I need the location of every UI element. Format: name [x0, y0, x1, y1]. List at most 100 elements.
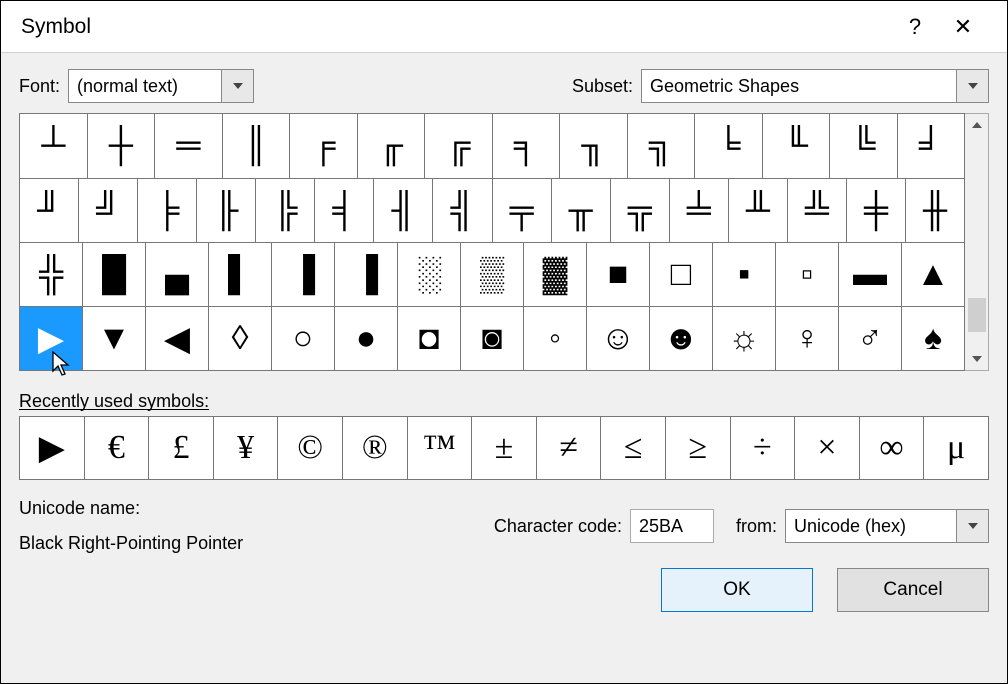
recent-cell[interactable]: ≠ — [537, 417, 602, 479]
symbol-cell[interactable]: ▐ — [335, 243, 398, 306]
symbol-cell[interactable]: ♀ — [776, 307, 839, 370]
recent-cell[interactable]: ™ — [408, 417, 473, 479]
symbol-cell[interactable]: ◊ — [209, 307, 272, 370]
symbol-row: ┴┼═║╒╓╔╕╖╗╘╙╚╛ — [20, 114, 964, 178]
symbol-cell[interactable]: ◦ — [524, 307, 587, 370]
symbol-cell[interactable]: ┴ — [20, 114, 88, 178]
symbol-cell[interactable]: ╩ — [788, 179, 847, 242]
symbol-cell[interactable]: ╞ — [138, 179, 197, 242]
symbol-cell[interactable]: ╟ — [197, 179, 256, 242]
symbol-cell[interactable]: █ — [83, 243, 146, 306]
recent-cell[interactable]: ▶ — [20, 417, 85, 479]
symbol-cell[interactable]: ▐ — [272, 243, 335, 306]
symbol-cell[interactable]: ╝ — [79, 179, 138, 242]
recent-cell[interactable]: ± — [472, 417, 537, 479]
symbol-cell[interactable]: ╥ — [552, 179, 611, 242]
symbol-cell[interactable]: ╬ — [20, 243, 83, 306]
font-dropdown-button[interactable] — [221, 70, 253, 102]
dialog-body: Font: (normal text) Subset: Geometric Sh… — [1, 53, 1007, 683]
symbol-cell[interactable]: ╓ — [358, 114, 426, 178]
symbol-cell[interactable]: ╦ — [611, 179, 670, 242]
from-dropdown-button[interactable] — [956, 510, 988, 542]
from-combo[interactable]: Unicode (hex) — [785, 509, 989, 543]
symbol-cell[interactable]: ▶ — [20, 307, 83, 370]
symbol-cell[interactable]: ◙ — [461, 307, 524, 370]
symbol-cell[interactable]: ○ — [272, 307, 335, 370]
mouse-cursor-icon — [52, 351, 74, 379]
symbol-cell[interactable]: ╨ — [729, 179, 788, 242]
subset-value[interactable]: Geometric Shapes — [642, 70, 956, 102]
unicode-name-label: Unicode name: — [19, 498, 494, 519]
symbol-cell[interactable]: ╙ — [763, 114, 831, 178]
symbol-grid[interactable]: ┴┼═║╒╓╔╕╖╗╘╙╚╛╜╝╞╟╠╡╢╣╤╥╦╧╨╩╪╫╬█▄▌▐▐░▒▓■… — [19, 113, 965, 371]
recent-cell[interactable]: ≥ — [666, 417, 731, 479]
recent-cell[interactable]: ® — [343, 417, 408, 479]
symbol-cell[interactable]: ◀ — [146, 307, 209, 370]
symbol-cell[interactable]: ╕ — [493, 114, 561, 178]
char-code-input[interactable]: 25BA — [630, 509, 714, 543]
subset-combo[interactable]: Geometric Shapes — [641, 69, 989, 103]
symbol-cell[interactable]: ╧ — [670, 179, 729, 242]
cancel-button[interactable]: Cancel — [837, 568, 989, 612]
subset-dropdown-button[interactable] — [956, 70, 988, 102]
symbol-cell[interactable]: ◘ — [398, 307, 461, 370]
from-value[interactable]: Unicode (hex) — [786, 510, 956, 542]
symbol-cell[interactable]: ╢ — [374, 179, 433, 242]
symbol-cell[interactable]: ╠ — [256, 179, 315, 242]
symbol-cell[interactable]: ▓ — [524, 243, 587, 306]
symbol-cell[interactable]: ╔ — [425, 114, 493, 178]
symbol-cell[interactable]: ▒ — [461, 243, 524, 306]
symbol-cell[interactable]: □ — [650, 243, 713, 306]
recent-grid[interactable]: ▶€£¥©®™±≠≤≥÷×∞μ — [19, 416, 989, 480]
symbol-cell[interactable]: ▄ — [146, 243, 209, 306]
symbol-cell[interactable]: ▪ — [713, 243, 776, 306]
ok-button[interactable]: OK — [661, 568, 813, 612]
symbol-cell[interactable]: ═ — [155, 114, 223, 178]
symbol-cell[interactable]: ☼ — [713, 307, 776, 370]
recent-cell[interactable]: £ — [149, 417, 214, 479]
symbol-cell[interactable]: ╚ — [830, 114, 898, 178]
symbol-cell[interactable]: ╖ — [560, 114, 628, 178]
symbol-cell[interactable]: ║ — [223, 114, 291, 178]
symbol-cell[interactable]: ● — [335, 307, 398, 370]
symbol-cell[interactable]: ▼ — [83, 307, 146, 370]
symbol-cell[interactable]: ╪ — [847, 179, 906, 242]
symbol-cell[interactable]: ▲ — [902, 243, 964, 306]
recent-cell[interactable]: © — [278, 417, 343, 479]
help-button[interactable]: ? — [891, 1, 939, 52]
symbol-cell[interactable]: ▬ — [839, 243, 902, 306]
font-combo[interactable]: (normal text) — [68, 69, 254, 103]
recent-cell[interactable]: × — [795, 417, 860, 479]
symbol-cell[interactable]: ╛ — [898, 114, 965, 178]
symbol-cell[interactable]: ╣ — [433, 179, 492, 242]
symbol-cell[interactable]: ♂ — [839, 307, 902, 370]
symbol-cell[interactable]: ╗ — [628, 114, 696, 178]
symbol-cell[interactable]: ☻ — [650, 307, 713, 370]
symbol-cell[interactable]: ╜ — [20, 179, 79, 242]
symbol-cell[interactable]: ░ — [398, 243, 461, 306]
font-value[interactable]: (normal text) — [69, 70, 221, 102]
symbol-scrollbar[interactable] — [965, 113, 989, 371]
scroll-down-button[interactable] — [965, 348, 988, 370]
symbol-cell[interactable]: ╒ — [290, 114, 358, 178]
symbol-cell[interactable]: ▌ — [209, 243, 272, 306]
recent-cell[interactable]: ¥ — [214, 417, 279, 479]
recent-cell[interactable]: μ — [924, 417, 988, 479]
symbol-cell[interactable]: ┼ — [88, 114, 156, 178]
scroll-up-button[interactable] — [965, 114, 988, 136]
char-code-label: Character code: — [494, 516, 622, 537]
recent-cell[interactable]: ≤ — [601, 417, 666, 479]
symbol-cell[interactable]: ╘ — [695, 114, 763, 178]
symbol-cell[interactable]: ╤ — [493, 179, 552, 242]
symbol-cell[interactable]: ■ — [587, 243, 650, 306]
symbol-cell[interactable]: ☺ — [587, 307, 650, 370]
symbol-cell[interactable]: ╡ — [315, 179, 374, 242]
symbol-cell[interactable]: ♠ — [902, 307, 964, 370]
symbol-cell[interactable]: ╫ — [906, 179, 964, 242]
close-button[interactable]: ✕ — [939, 1, 987, 52]
recent-cell[interactable]: € — [85, 417, 150, 479]
recent-cell[interactable]: ÷ — [731, 417, 796, 479]
scroll-thumb[interactable] — [968, 298, 986, 332]
recent-cell[interactable]: ∞ — [860, 417, 925, 479]
symbol-cell[interactable]: ▫ — [776, 243, 839, 306]
